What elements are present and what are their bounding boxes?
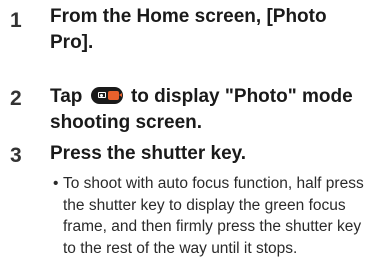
step-text: From the Home screen, [Photo Pro]. [50, 6, 327, 53]
step-number: 2 [10, 87, 22, 110]
camera-icon [97, 92, 106, 98]
step-number: 1 [10, 9, 22, 32]
step-text: Tap to display "Photo" mode shooting scr… [50, 84, 360, 136]
step-text: Press the shutter key. [50, 143, 247, 164]
step-text-before-icon: Tap [50, 86, 83, 107]
bullet-marker: • [53, 175, 59, 192]
step-number: 3 [10, 144, 22, 167]
photo-video-mode-toggle-icon [90, 87, 123, 104]
video-camera-icon [107, 91, 122, 100]
bullet-note: • To shoot with auto focus function, hal… [53, 173, 369, 259]
bullet-text: To shoot with auto focus function, half … [63, 175, 364, 257]
